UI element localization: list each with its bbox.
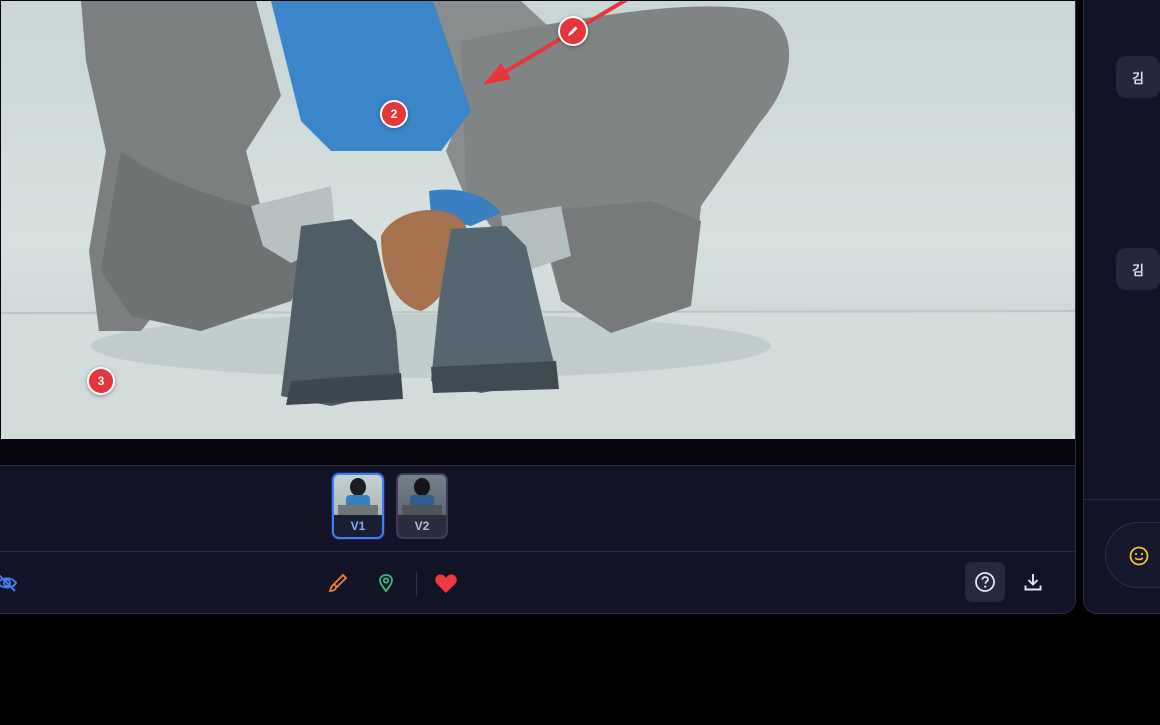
help-button[interactable] xyxy=(965,562,1005,602)
smile-icon xyxy=(1129,546,1149,566)
review-photo[interactable] xyxy=(1,1,1075,439)
review-toolbar xyxy=(0,552,1075,613)
download-icon xyxy=(1024,574,1042,591)
composer-divider xyxy=(1084,499,1160,500)
annotation-pin-3[interactable]: 3 xyxy=(87,367,115,395)
download-button[interactable] xyxy=(1013,562,1053,602)
help-icon xyxy=(975,572,995,592)
thumb-preview xyxy=(398,475,446,519)
brush-tool-button[interactable] xyxy=(318,563,358,603)
brush-icon xyxy=(328,573,348,592)
comment-avatar[interactable]: 김 xyxy=(1116,248,1160,290)
pin-tool-button[interactable] xyxy=(366,563,406,603)
image-canvas[interactable]: 2 3 xyxy=(0,0,1075,466)
favorite-button[interactable] xyxy=(426,563,466,603)
map-pin-icon xyxy=(379,574,393,593)
comment-avatar[interactable]: 김 xyxy=(1116,56,1160,98)
photo-illustration xyxy=(1,1,1075,439)
comment-composer[interactable] xyxy=(1105,522,1160,588)
hide-annotations-button[interactable] xyxy=(0,563,27,603)
thumb-preview xyxy=(334,475,382,519)
pencil-icon xyxy=(568,26,578,36)
version-strip: V1 V2 xyxy=(0,466,1075,552)
comment-panel: 김 김 xyxy=(1083,0,1160,614)
version-label: V1 xyxy=(334,515,382,537)
eye-off-icon xyxy=(0,574,18,592)
pen-annotation-marker[interactable] xyxy=(558,16,588,46)
version-thumb-v2[interactable]: V2 xyxy=(396,473,448,539)
heart-icon xyxy=(435,574,457,593)
version-label: V2 xyxy=(398,515,446,537)
annotation-pin-2[interactable]: 2 xyxy=(380,100,408,128)
version-thumb-v1[interactable]: V1 xyxy=(332,473,384,539)
toolbar-divider xyxy=(416,572,417,596)
review-panel: 2 3 V1 V2 xyxy=(0,0,1076,614)
emoji-button[interactable] xyxy=(1126,543,1152,569)
